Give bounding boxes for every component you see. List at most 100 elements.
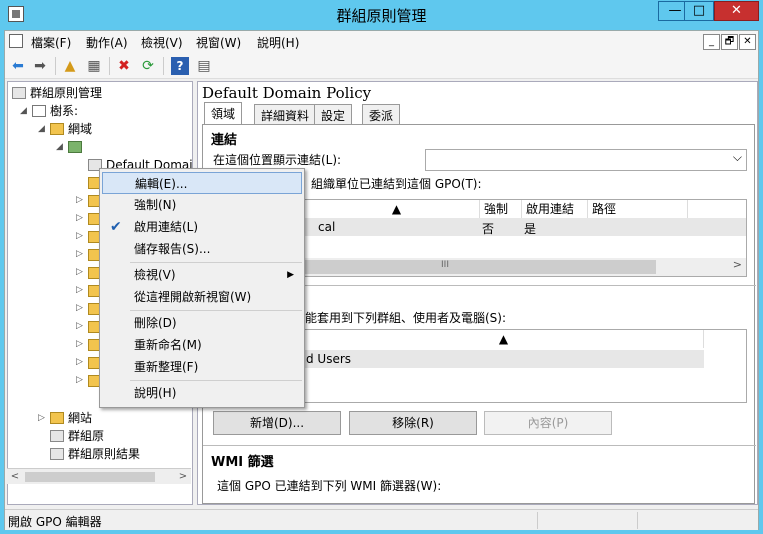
- window-title: 群組原則管理: [336, 7, 427, 25]
- delete-icon[interactable]: ✖: [115, 57, 133, 75]
- collapse-arrow-icon[interactable]: ▷: [76, 339, 83, 349]
- collapse-arrow-icon[interactable]: ▷: [76, 267, 83, 277]
- toolbar-separator: [55, 57, 56, 75]
- remove-button[interactable]: 移除(R): [349, 411, 477, 435]
- collapse-arrow-icon[interactable]: ▷: [76, 375, 83, 385]
- collapse-arrow-icon[interactable]: ▷: [76, 285, 83, 295]
- menu-enforce-label: 強制(N): [134, 198, 177, 212]
- tab-delegation[interactable]: 委派: [362, 104, 401, 124]
- menu-rename[interactable]: 重新命名(M): [102, 334, 302, 356]
- menu-refresh[interactable]: 重新整理(F): [102, 356, 302, 378]
- tree-sites-label: 網站: [68, 411, 93, 425]
- collapse-arrow-icon[interactable]: ▷: [76, 195, 83, 205]
- menu-view[interactable]: 檢視(V): [141, 34, 183, 51]
- menu-new-window[interactable]: 從這裡開啟新視窗(W): [102, 286, 302, 308]
- menu-edit-label: 編輯(E)...: [135, 177, 188, 191]
- mdi-close-button[interactable]: ✕: [739, 34, 756, 50]
- menu-help[interactable]: 說明(H): [257, 34, 299, 51]
- tab-scope[interactable]: 領域: [204, 102, 243, 125]
- menu-delete-label: 刪除(D): [134, 316, 177, 330]
- scroll-thumb[interactable]: [25, 472, 155, 482]
- column-path[interactable]: 路徑: [588, 200, 688, 218]
- expand-arrow-icon[interactable]: ◢: [38, 124, 45, 134]
- maximize-button[interactable]: □: [684, 1, 714, 21]
- link-enforced: 否: [482, 222, 495, 236]
- mdi-controls: _ 🗗 ✕: [702, 33, 756, 50]
- expand-arrow-icon[interactable]: ◢: [20, 106, 27, 116]
- scroll-left-icon[interactable]: <: [7, 469, 23, 485]
- menu-rename-label: 重新命名(M): [134, 338, 202, 352]
- tab-settings[interactable]: 設定: [314, 104, 353, 124]
- menu-link-enabled[interactable]: ✔ 啟用連結(L): [102, 216, 302, 238]
- menu-file[interactable]: 檔案(F): [31, 34, 71, 51]
- close-button[interactable]: ✕: [714, 1, 759, 21]
- up-folder-icon[interactable]: ▲: [61, 57, 79, 75]
- tree-horizontal-scrollbar[interactable]: < >: [7, 468, 191, 484]
- domains-folder-icon: [50, 123, 64, 135]
- menu-delete[interactable]: 刪除(D): [102, 312, 302, 334]
- properties-icon[interactable]: ▤: [195, 57, 213, 75]
- back-icon[interactable]: ⬅: [9, 57, 27, 75]
- tree-root[interactable]: 群組原則管理: [12, 84, 102, 102]
- menu-link-enabled-label: 啟用連結(L): [134, 220, 199, 234]
- menu-separator: [130, 310, 302, 311]
- menu-view-submenu[interactable]: 檢視(V) ▶: [102, 264, 302, 286]
- submenu-arrow-icon: ▶: [287, 270, 294, 280]
- menu-window[interactable]: 視窗(W): [196, 34, 241, 51]
- collapse-arrow-icon[interactable]: ▷: [76, 321, 83, 331]
- toolbar-separator: [109, 57, 110, 75]
- help-icon[interactable]: ?: [171, 57, 189, 75]
- security-filter-description: 只能套用到下列群組、使用者及電腦(S):: [293, 311, 507, 325]
- menu-view-label: 檢視(V): [134, 268, 176, 282]
- menu-separator: [130, 380, 302, 381]
- tree-domain-node[interactable]: [68, 138, 86, 156]
- gpo-title: Default Domain Policy: [202, 84, 372, 102]
- sort-ascending-icon[interactable]: ▲: [314, 200, 480, 218]
- links-location-select[interactable]: [425, 149, 747, 171]
- collapse-arrow-icon[interactable]: ▷: [76, 303, 83, 313]
- scroll-right-icon[interactable]: >: [175, 469, 191, 485]
- tree-domains[interactable]: 網域: [50, 120, 92, 138]
- mdi-restore-button[interactable]: 🗗: [721, 34, 738, 50]
- context-menu: 編輯(E)... 強制(N) ✔ 啟用連結(L) 儲存報告(S)... 檢視(V…: [99, 168, 305, 408]
- toolbar: ⬅ ➡ ▲ ▦ ✖ ⟳ ? ▤: [5, 53, 758, 79]
- tree-modeling[interactable]: 群組原: [50, 427, 104, 445]
- mdi-minimize-button[interactable]: _: [703, 34, 720, 50]
- menu-edit[interactable]: 編輯(E)...: [102, 172, 302, 194]
- toolbar-separator: [163, 57, 164, 75]
- show-hide-tree-icon[interactable]: ▦: [85, 57, 103, 75]
- links-heading: 連結: [211, 133, 238, 148]
- tab-details[interactable]: 詳細資料: [254, 104, 317, 124]
- title-bar: 群組原則管理 — □ ✕: [0, 0, 763, 30]
- collapse-arrow-icon[interactable]: ▷: [76, 357, 83, 367]
- menu-enforce[interactable]: 強制(N): [102, 194, 302, 216]
- divider: [203, 445, 756, 446]
- tree-sites[interactable]: 網站: [50, 409, 92, 427]
- add-button[interactable]: 新增(D)...: [213, 411, 341, 435]
- sort-ascending-icon[interactable]: ▲: [304, 330, 704, 348]
- tree-modeling-label: 群組原: [68, 429, 105, 443]
- menu-help-item[interactable]: 說明(H): [102, 382, 302, 404]
- domain-icon: [68, 141, 82, 153]
- column-enforced[interactable]: 強制: [480, 200, 522, 218]
- forward-icon[interactable]: ➡: [31, 57, 49, 75]
- menu-bar: 檔案(F) 動作(A) 檢視(V) 視窗(W) 說明(H) _ 🗗 ✕: [5, 31, 758, 53]
- collapse-arrow-icon[interactable]: ▷: [76, 213, 83, 223]
- menu-save-report[interactable]: 儲存報告(S)...: [102, 238, 302, 260]
- properties-button[interactable]: 內容(P): [484, 411, 612, 435]
- column-link-enabled[interactable]: 啟用連結: [522, 200, 588, 218]
- refresh-icon[interactable]: ⟳: [139, 57, 157, 75]
- collapse-arrow-icon[interactable]: ▷: [76, 249, 83, 259]
- tree-forest[interactable]: 樹系:: [32, 102, 78, 120]
- collapse-arrow-icon[interactable]: ▷: [76, 231, 83, 241]
- expand-arrow-icon[interactable]: ◢: [56, 142, 63, 152]
- results-icon: [50, 448, 64, 460]
- menu-action[interactable]: 動作(A): [86, 34, 128, 51]
- console-icon: [9, 34, 23, 48]
- scroll-right-icon[interactable]: >: [733, 258, 742, 271]
- collapse-arrow-icon[interactable]: ▷: [38, 413, 45, 423]
- tree-results[interactable]: 群組原則結果: [50, 445, 140, 463]
- menu-help-label: 說明(H): [134, 386, 177, 400]
- links-description: 組織單位已連結到這個 GPO(T):: [311, 177, 482, 191]
- sites-folder-icon: [50, 412, 64, 424]
